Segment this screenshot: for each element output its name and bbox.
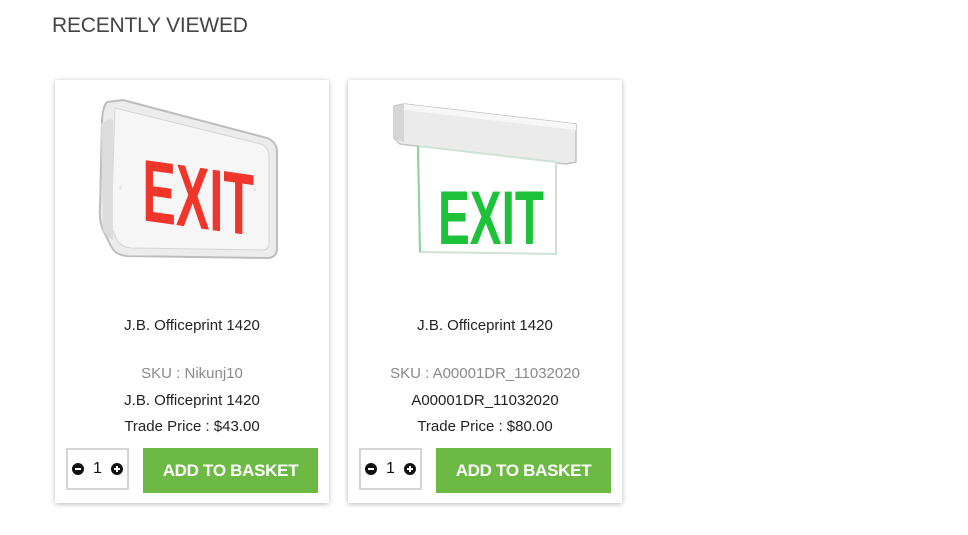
plus-icon[interactable]: [404, 463, 416, 475]
product-card: EXIT J.B. Officeprint 1420 SKU : A00001D…: [348, 80, 622, 503]
exit-sign-red-icon[interactable]: ‹ › EXIT: [55, 80, 329, 280]
trade-price: Trade Price : $80.00: [417, 418, 553, 435]
product-sku: SKU : Nikunj10: [141, 365, 243, 382]
product-subtitle: J.B. Officeprint 1420: [124, 392, 260, 409]
minus-icon[interactable]: [72, 463, 84, 475]
add-to-basket-button[interactable]: ADD TO BASKET: [436, 448, 611, 493]
exit-sign-text: EXIT: [438, 176, 544, 261]
product-title[interactable]: J.B. Officeprint 1420: [55, 317, 329, 334]
section-title: RECENTLY VIEWED: [52, 14, 248, 37]
quantity-input[interactable]: [379, 458, 402, 480]
svg-text:‹: ‹: [119, 182, 122, 193]
trade-price: Trade Price : $43.00: [124, 418, 260, 435]
product-card: ‹ › EXIT J.B. Officeprint 1420 SKU : Nik…: [55, 80, 329, 503]
quantity-stepper: [66, 448, 129, 490]
quantity-input[interactable]: [86, 458, 109, 480]
quantity-stepper: [359, 448, 422, 490]
exit-sign-green-icon[interactable]: EXIT: [348, 80, 622, 280]
product-subtitle: A00001DR_11032020: [411, 392, 559, 409]
minus-icon[interactable]: [365, 463, 377, 475]
add-to-basket-button[interactable]: ADD TO BASKET: [143, 448, 318, 493]
product-sku: SKU : A00001DR_11032020: [390, 365, 580, 382]
plus-icon[interactable]: [111, 463, 123, 475]
exit-sign-text: EXIT: [142, 142, 254, 256]
product-title[interactable]: J.B. Officeprint 1420: [348, 317, 622, 334]
